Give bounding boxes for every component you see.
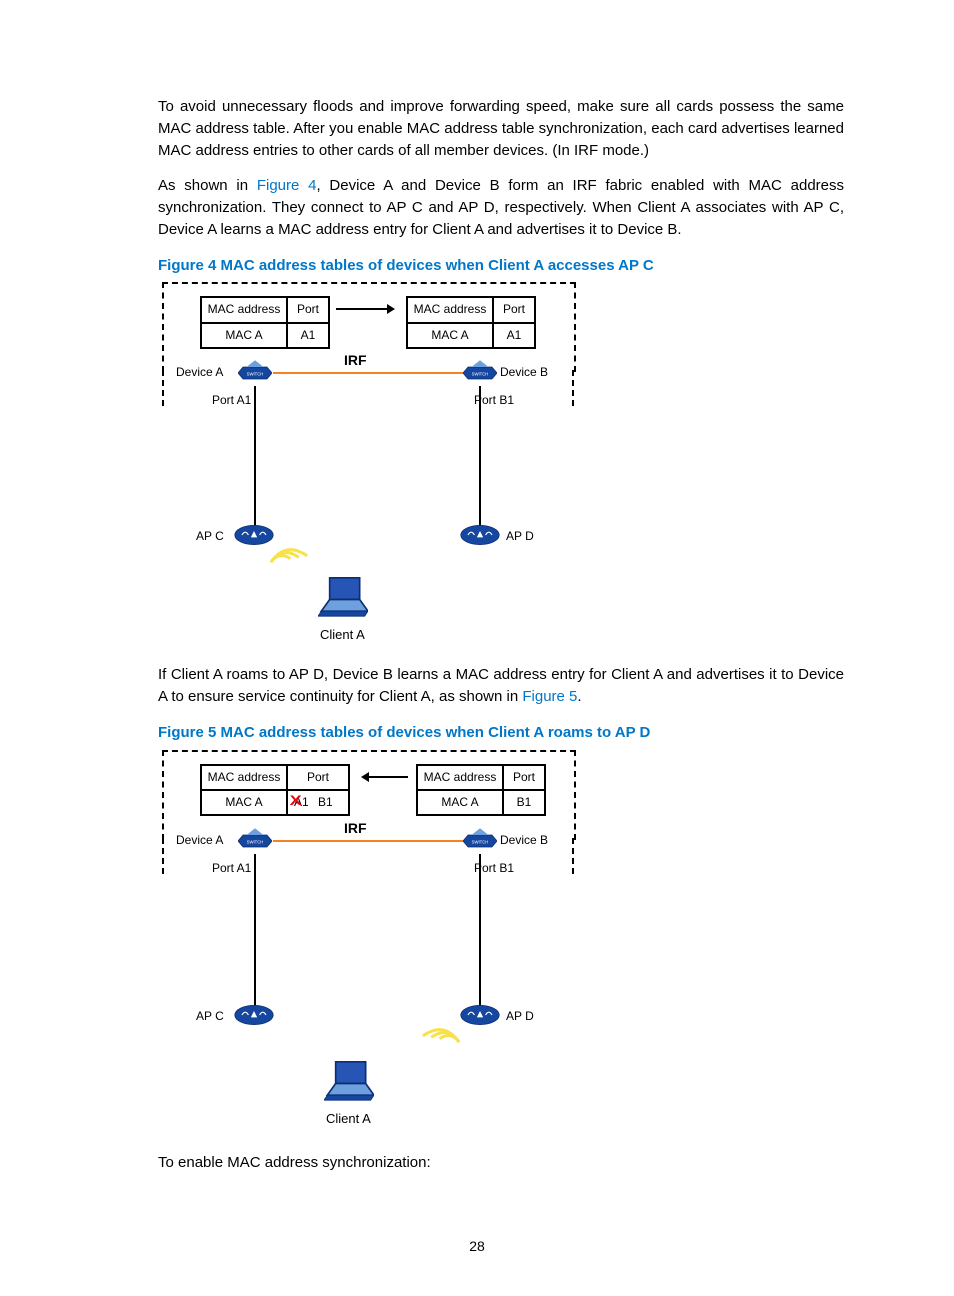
switch-icon: SWITCH bbox=[463, 360, 497, 386]
ap-d-label: AP D bbox=[506, 528, 534, 545]
tbl-a-h1: MAC address bbox=[201, 297, 287, 322]
laptop-icon bbox=[324, 1060, 374, 1102]
tbl-b-r2: B1 bbox=[503, 790, 545, 815]
ap-c-label: AP C bbox=[196, 1008, 224, 1025]
link-line bbox=[254, 854, 256, 1006]
port-a1-label: Port A1 bbox=[212, 860, 251, 877]
tbl-a-r1: MAC A bbox=[201, 790, 287, 815]
sync-arrow-left bbox=[364, 776, 408, 778]
laptop-icon bbox=[318, 576, 368, 618]
link-line bbox=[479, 854, 481, 1006]
figure5-link[interactable]: Figure 5 bbox=[522, 688, 577, 705]
client-a-label: Client A bbox=[320, 626, 365, 645]
figure4-caption: Figure 4 MAC address tables of devices w… bbox=[158, 255, 844, 277]
device-b-label: Device B bbox=[500, 364, 548, 381]
mac-table-a: MAC address Port MAC A A1 bbox=[200, 296, 330, 349]
page: To avoid unnecessary floods and improve … bbox=[0, 0, 954, 1296]
switch-icon: SWITCH bbox=[463, 828, 497, 854]
switch-icon: SWITCH bbox=[238, 360, 272, 386]
tbl-a-h1: MAC address bbox=[201, 765, 287, 790]
tbl-b-h2: Port bbox=[503, 765, 545, 790]
irf-label: IRF bbox=[344, 818, 367, 838]
tbl-a-r2: A1 X B1 bbox=[287, 790, 349, 815]
new-port: B1 bbox=[318, 795, 333, 809]
access-point-icon bbox=[460, 1004, 500, 1026]
tbl-a-h2: Port bbox=[287, 765, 349, 790]
mac-table-b: MAC address Port MAC A A1 bbox=[406, 296, 536, 349]
paragraph-4: To enable MAC address synchronization: bbox=[158, 1152, 844, 1174]
strike-icon: X bbox=[290, 790, 302, 810]
access-point-icon bbox=[234, 524, 274, 546]
access-point-icon bbox=[234, 1004, 274, 1026]
irf-link-line bbox=[273, 840, 463, 842]
p2-text-a: As shown in bbox=[158, 177, 257, 194]
tbl-a-r1: MAC A bbox=[201, 323, 287, 348]
irf-label: IRF bbox=[344, 350, 367, 370]
paragraph-2: As shown in Figure 4, Device A and Devic… bbox=[158, 175, 844, 240]
link-line bbox=[479, 386, 481, 526]
ap-c-label: AP C bbox=[196, 528, 224, 545]
tbl-b-r2: A1 bbox=[493, 323, 535, 348]
figure4-diagram: MAC address Port MAC A A1 MAC address Po… bbox=[158, 282, 588, 652]
figure5-diagram: MAC address Port MAC A A1 X B1 MAC addre… bbox=[158, 750, 588, 1140]
access-point-icon bbox=[460, 524, 500, 546]
tbl-b-h2: Port bbox=[493, 297, 535, 322]
device-b-label: Device B bbox=[500, 832, 548, 849]
p3-text-b: . bbox=[577, 688, 581, 705]
paragraph-3: If Client A roams to AP D, Device B lear… bbox=[158, 664, 844, 708]
p3-text-a: If Client A roams to AP D, Device B lear… bbox=[158, 666, 844, 705]
mac-table-b: MAC address Port MAC A B1 bbox=[416, 764, 546, 817]
tbl-b-h1: MAC address bbox=[417, 765, 503, 790]
paragraph-1: To avoid unnecessary floods and improve … bbox=[158, 96, 844, 161]
irf-link-line bbox=[273, 372, 463, 374]
tbl-b-h1: MAC address bbox=[407, 297, 493, 322]
device-a-label: Device A bbox=[176, 832, 223, 849]
client-a-label: Client A bbox=[326, 1110, 371, 1129]
wifi-signal-icon bbox=[420, 1018, 462, 1060]
figure5-caption: Figure 5 MAC address tables of devices w… bbox=[158, 722, 844, 744]
tbl-a-r2: A1 bbox=[287, 323, 329, 348]
port-a1-label: Port A1 bbox=[212, 392, 251, 409]
switch-icon: SWITCH bbox=[238, 828, 272, 854]
link-line bbox=[254, 386, 256, 526]
device-a-label: Device A bbox=[176, 364, 223, 381]
svg-text:SWITCH: SWITCH bbox=[472, 839, 489, 844]
page-number: 28 bbox=[0, 1236, 954, 1256]
svg-text:SWITCH: SWITCH bbox=[247, 372, 264, 377]
tbl-b-r1: MAC A bbox=[417, 790, 503, 815]
wifi-signal-icon bbox=[268, 538, 310, 580]
ap-d-label: AP D bbox=[506, 1008, 534, 1025]
tbl-b-r1: MAC A bbox=[407, 323, 493, 348]
figure4-link[interactable]: Figure 4 bbox=[257, 177, 317, 194]
svg-text:SWITCH: SWITCH bbox=[247, 839, 264, 844]
mac-table-a: MAC address Port MAC A A1 X B1 bbox=[200, 764, 350, 817]
svg-text:SWITCH: SWITCH bbox=[472, 372, 489, 377]
tbl-a-h2: Port bbox=[287, 297, 329, 322]
sync-arrow-right bbox=[336, 308, 392, 310]
